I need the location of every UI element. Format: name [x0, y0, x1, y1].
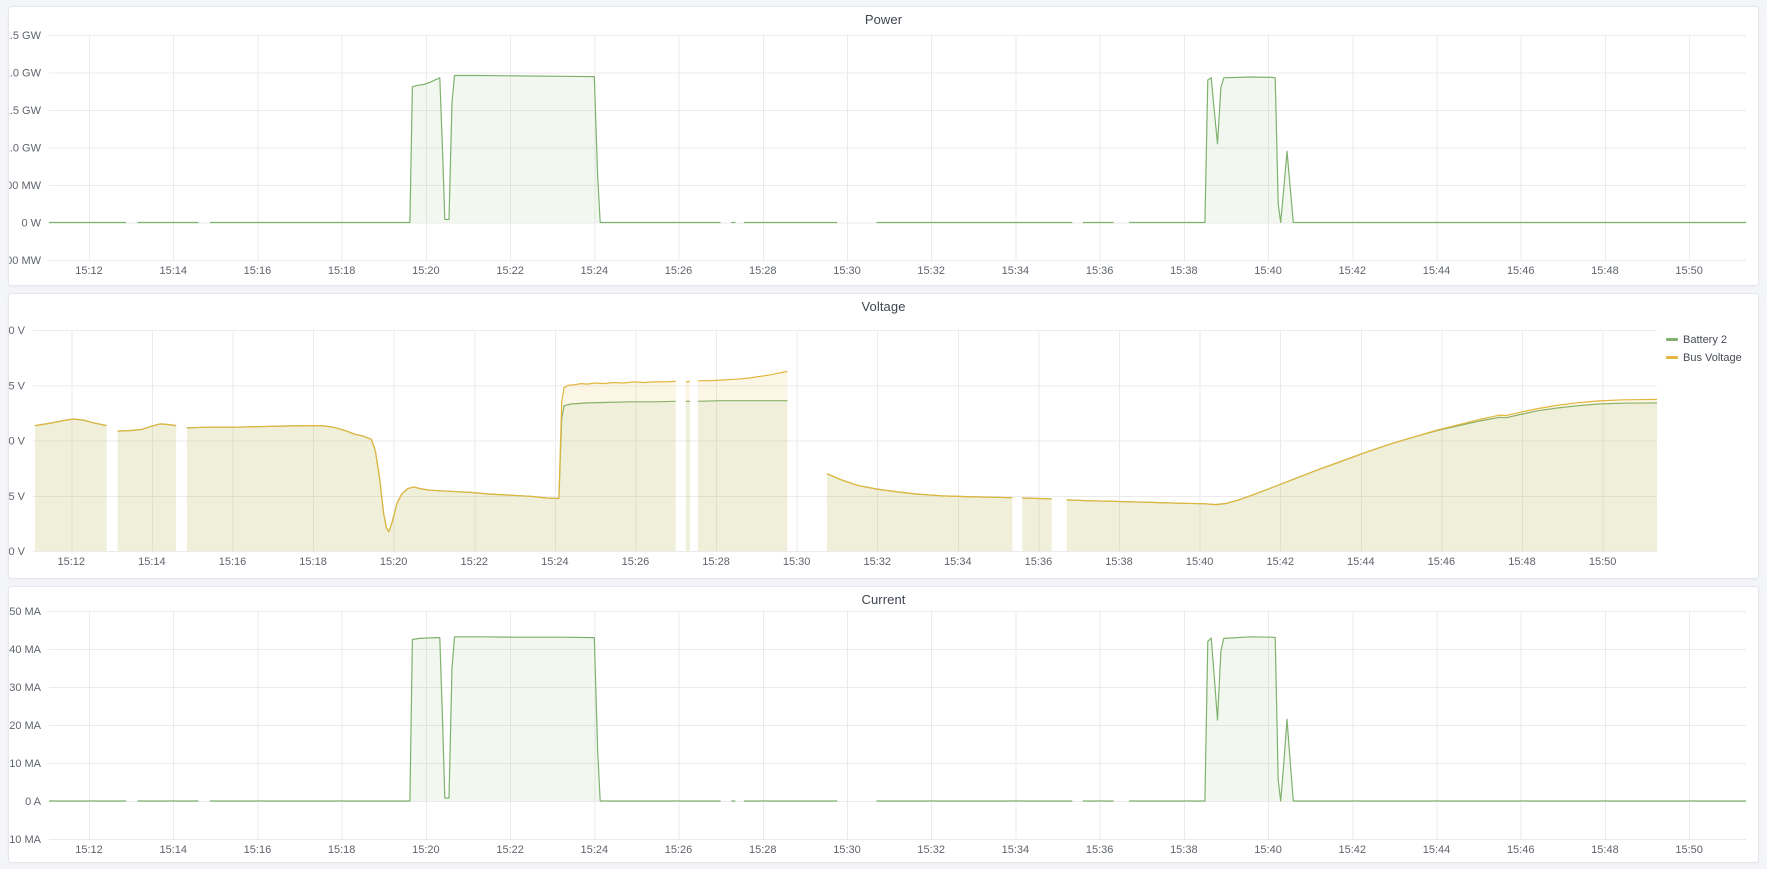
svg-text:40 MA: 40 MA	[9, 644, 41, 656]
svg-text:15:34: 15:34	[1002, 265, 1030, 277]
svg-text:15:50: 15:50	[1675, 844, 1703, 856]
svg-text:15:42: 15:42	[1339, 265, 1367, 277]
svg-text:15:32: 15:32	[863, 556, 891, 568]
voltage-chart-canvas[interactable]: 60 V 55 V 50 V 45 V 40 V 15:12 15:14 15:16 15:18…	[9, 294, 1760, 580]
svg-text:15:40: 15:40	[1254, 844, 1282, 856]
svg-text:50 MA: 50 MA	[9, 606, 41, 618]
svg-text:15:22: 15:22	[460, 556, 488, 568]
panel-power: Power 2.5 GW2.0 GW1.5 GW1.0 GW500 MW0 W-…	[8, 6, 1759, 286]
svg-text:500 MW: 500 MW	[9, 180, 42, 192]
svg-text:15:16: 15:16	[244, 265, 272, 277]
svg-text:15:12: 15:12	[58, 556, 86, 568]
svg-text:15:34: 15:34	[1002, 844, 1030, 856]
svg-text:15:32: 15:32	[917, 265, 945, 277]
svg-text:15:36: 15:36	[1025, 556, 1053, 568]
svg-text:-10 MA: -10 MA	[9, 834, 42, 846]
svg-text:15:20: 15:20	[412, 844, 440, 856]
svg-text:1.0 GW: 1.0 GW	[9, 143, 42, 155]
svg-text:2.0 GW: 2.0 GW	[9, 68, 42, 80]
svg-text:15:40: 15:40	[1254, 265, 1282, 277]
svg-text:15:48: 15:48	[1591, 265, 1619, 277]
legend-swatch-icon	[1666, 356, 1678, 359]
svg-text:15:16: 15:16	[244, 844, 272, 856]
svg-text:15:48: 15:48	[1508, 556, 1536, 568]
svg-text:15:14: 15:14	[159, 265, 187, 277]
svg-text:40 V: 40 V	[9, 546, 26, 558]
svg-text:15:38: 15:38	[1170, 844, 1198, 856]
panel-voltage: Voltage 60 V55 V50 V45 V40 V15:1215:1415…	[8, 293, 1759, 579]
panel-current: Current 50 MA40 MA30 MA20 MA10 MA0 A-10 …	[8, 586, 1759, 863]
svg-text:15:50: 15:50	[1589, 556, 1617, 568]
svg-text:15:50: 15:50	[1675, 265, 1703, 277]
svg-text:15:26: 15:26	[665, 265, 693, 277]
svg-text:15:36: 15:36	[1086, 844, 1114, 856]
svg-text:1.5 GW: 1.5 GW	[9, 105, 42, 117]
svg-text:50 V: 50 V	[9, 436, 26, 448]
svg-text:15:18: 15:18	[299, 556, 327, 568]
svg-text:15:34: 15:34	[944, 556, 972, 568]
svg-text:30 MA: 30 MA	[9, 682, 41, 694]
svg-text:10 MA: 10 MA	[9, 758, 41, 770]
svg-text:15:32: 15:32	[917, 844, 945, 856]
svg-text:15:20: 15:20	[412, 265, 440, 277]
svg-text:15:24: 15:24	[581, 844, 609, 856]
svg-text:0 W: 0 W	[21, 218, 41, 230]
svg-text:15:42: 15:42	[1339, 844, 1367, 856]
svg-text:15:28: 15:28	[749, 265, 777, 277]
svg-text:15:28: 15:28	[702, 556, 730, 568]
svg-text:15:16: 15:16	[219, 556, 247, 568]
svg-text:15:26: 15:26	[622, 556, 650, 568]
voltage-legend: Battery 2 Bus Voltage	[1666, 332, 1752, 365]
svg-text:15:46: 15:46	[1507, 844, 1535, 856]
svg-text:15:40: 15:40	[1186, 556, 1214, 568]
svg-text:15:24: 15:24	[581, 265, 609, 277]
svg-text:15:42: 15:42	[1266, 556, 1294, 568]
svg-text:15:30: 15:30	[833, 844, 861, 856]
svg-text:0 A: 0 A	[25, 796, 42, 808]
legend-swatch-icon	[1666, 338, 1678, 341]
svg-text:15:30: 15:30	[833, 265, 861, 277]
svg-text:15:24: 15:24	[541, 556, 569, 568]
legend-item-battery-2[interactable]: Battery 2	[1666, 332, 1752, 347]
svg-text:20 MA: 20 MA	[9, 720, 41, 732]
svg-text:15:22: 15:22	[496, 844, 524, 856]
svg-text:15:14: 15:14	[159, 844, 187, 856]
svg-text:15:26: 15:26	[665, 844, 693, 856]
svg-text:-500 MW: -500 MW	[9, 255, 42, 267]
svg-text:15:12: 15:12	[75, 265, 103, 277]
legend-item-bus-voltage[interactable]: Bus Voltage	[1666, 350, 1752, 365]
svg-text:15:48: 15:48	[1591, 844, 1619, 856]
svg-text:55 V: 55 V	[9, 380, 26, 392]
svg-text:2.5 GW: 2.5 GW	[9, 30, 42, 42]
svg-text:15:44: 15:44	[1423, 265, 1451, 277]
svg-text:15:36: 15:36	[1086, 265, 1114, 277]
power-chart-canvas[interactable]: 2.5 GW 2.0 GW 1.5 GW 1.0 GW 500 MW 0 W -500 MW…	[9, 7, 1760, 287]
svg-text:45 V: 45 V	[9, 491, 26, 503]
current-chart-canvas[interactable]: 50 MA 40 MA 30 MA 20 MA 10 MA 0 A -10 MA 15:12 1…	[9, 587, 1760, 864]
dashboard: Power 2.5 GW2.0 GW1.5 GW1.0 GW500 MW0 W-…	[0, 0, 1767, 869]
svg-text:15:38: 15:38	[1105, 556, 1133, 568]
svg-text:15:18: 15:18	[328, 844, 356, 856]
svg-text:15:22: 15:22	[496, 265, 524, 277]
svg-text:60 V: 60 V	[9, 325, 26, 337]
svg-text:15:46: 15:46	[1507, 265, 1535, 277]
svg-text:15:14: 15:14	[138, 556, 166, 568]
svg-text:15:44: 15:44	[1423, 844, 1451, 856]
legend-item-label: Bus Voltage	[1683, 352, 1742, 364]
svg-text:15:28: 15:28	[749, 844, 777, 856]
svg-text:15:44: 15:44	[1347, 556, 1375, 568]
svg-text:15:18: 15:18	[328, 265, 356, 277]
svg-text:15:30: 15:30	[783, 556, 811, 568]
legend-item-label: Battery 2	[1683, 334, 1727, 346]
svg-text:15:46: 15:46	[1428, 556, 1456, 568]
svg-text:15:20: 15:20	[380, 556, 408, 568]
svg-text:15:12: 15:12	[75, 844, 103, 856]
svg-text:15:38: 15:38	[1170, 265, 1198, 277]
